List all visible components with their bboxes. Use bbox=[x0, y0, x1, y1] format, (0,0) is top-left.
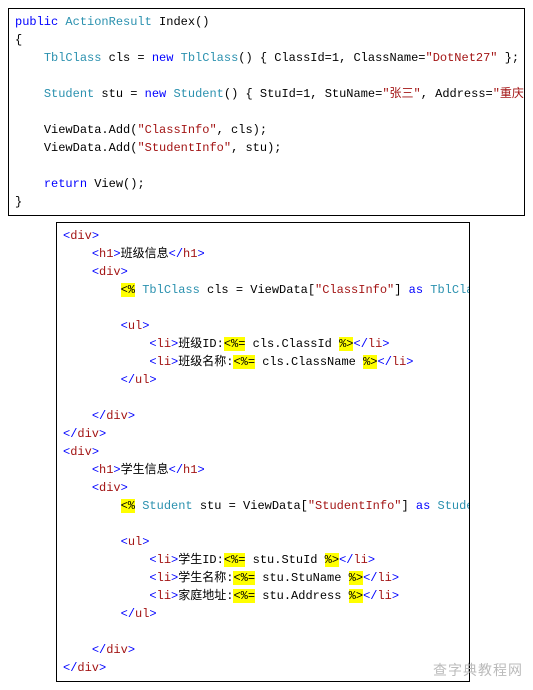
type-tblclass: TblClass bbox=[44, 51, 102, 65]
li-stuname-label: 学生名称: bbox=[178, 571, 233, 585]
li-classname-label: 班级名称: bbox=[178, 355, 233, 369]
str-chongqing: "重庆市" bbox=[493, 87, 525, 101]
li-stuid-label: 学生ID: bbox=[178, 553, 224, 567]
type-student: Student bbox=[44, 87, 94, 101]
h1-class: 班级信息 bbox=[121, 247, 169, 261]
csharp-code-block: public ActionResult Index() { TblClass c… bbox=[8, 8, 525, 216]
kw-public: public bbox=[15, 15, 58, 29]
open-brace: { bbox=[15, 33, 22, 47]
str-dotnet: "DotNet27" bbox=[426, 51, 498, 65]
str-zhangsan: "张三" bbox=[382, 87, 420, 101]
li-addr-label: 家庭地址: bbox=[178, 589, 233, 603]
kw-new: new bbox=[152, 51, 174, 65]
h1-student: 学生信息 bbox=[121, 463, 169, 477]
asp-block-open: <% bbox=[121, 283, 135, 297]
kw-return: return bbox=[44, 177, 87, 191]
parens: () bbox=[195, 15, 209, 29]
type-actionresult: ActionResult bbox=[65, 15, 151, 29]
li-classid-label: 班级ID: bbox=[178, 337, 224, 351]
close-brace: } bbox=[15, 195, 22, 209]
aspx-code-block: <div> <h1>班级信息</h1> <div> <% TblClass cl… bbox=[56, 222, 470, 682]
method-name: Index bbox=[159, 15, 195, 29]
